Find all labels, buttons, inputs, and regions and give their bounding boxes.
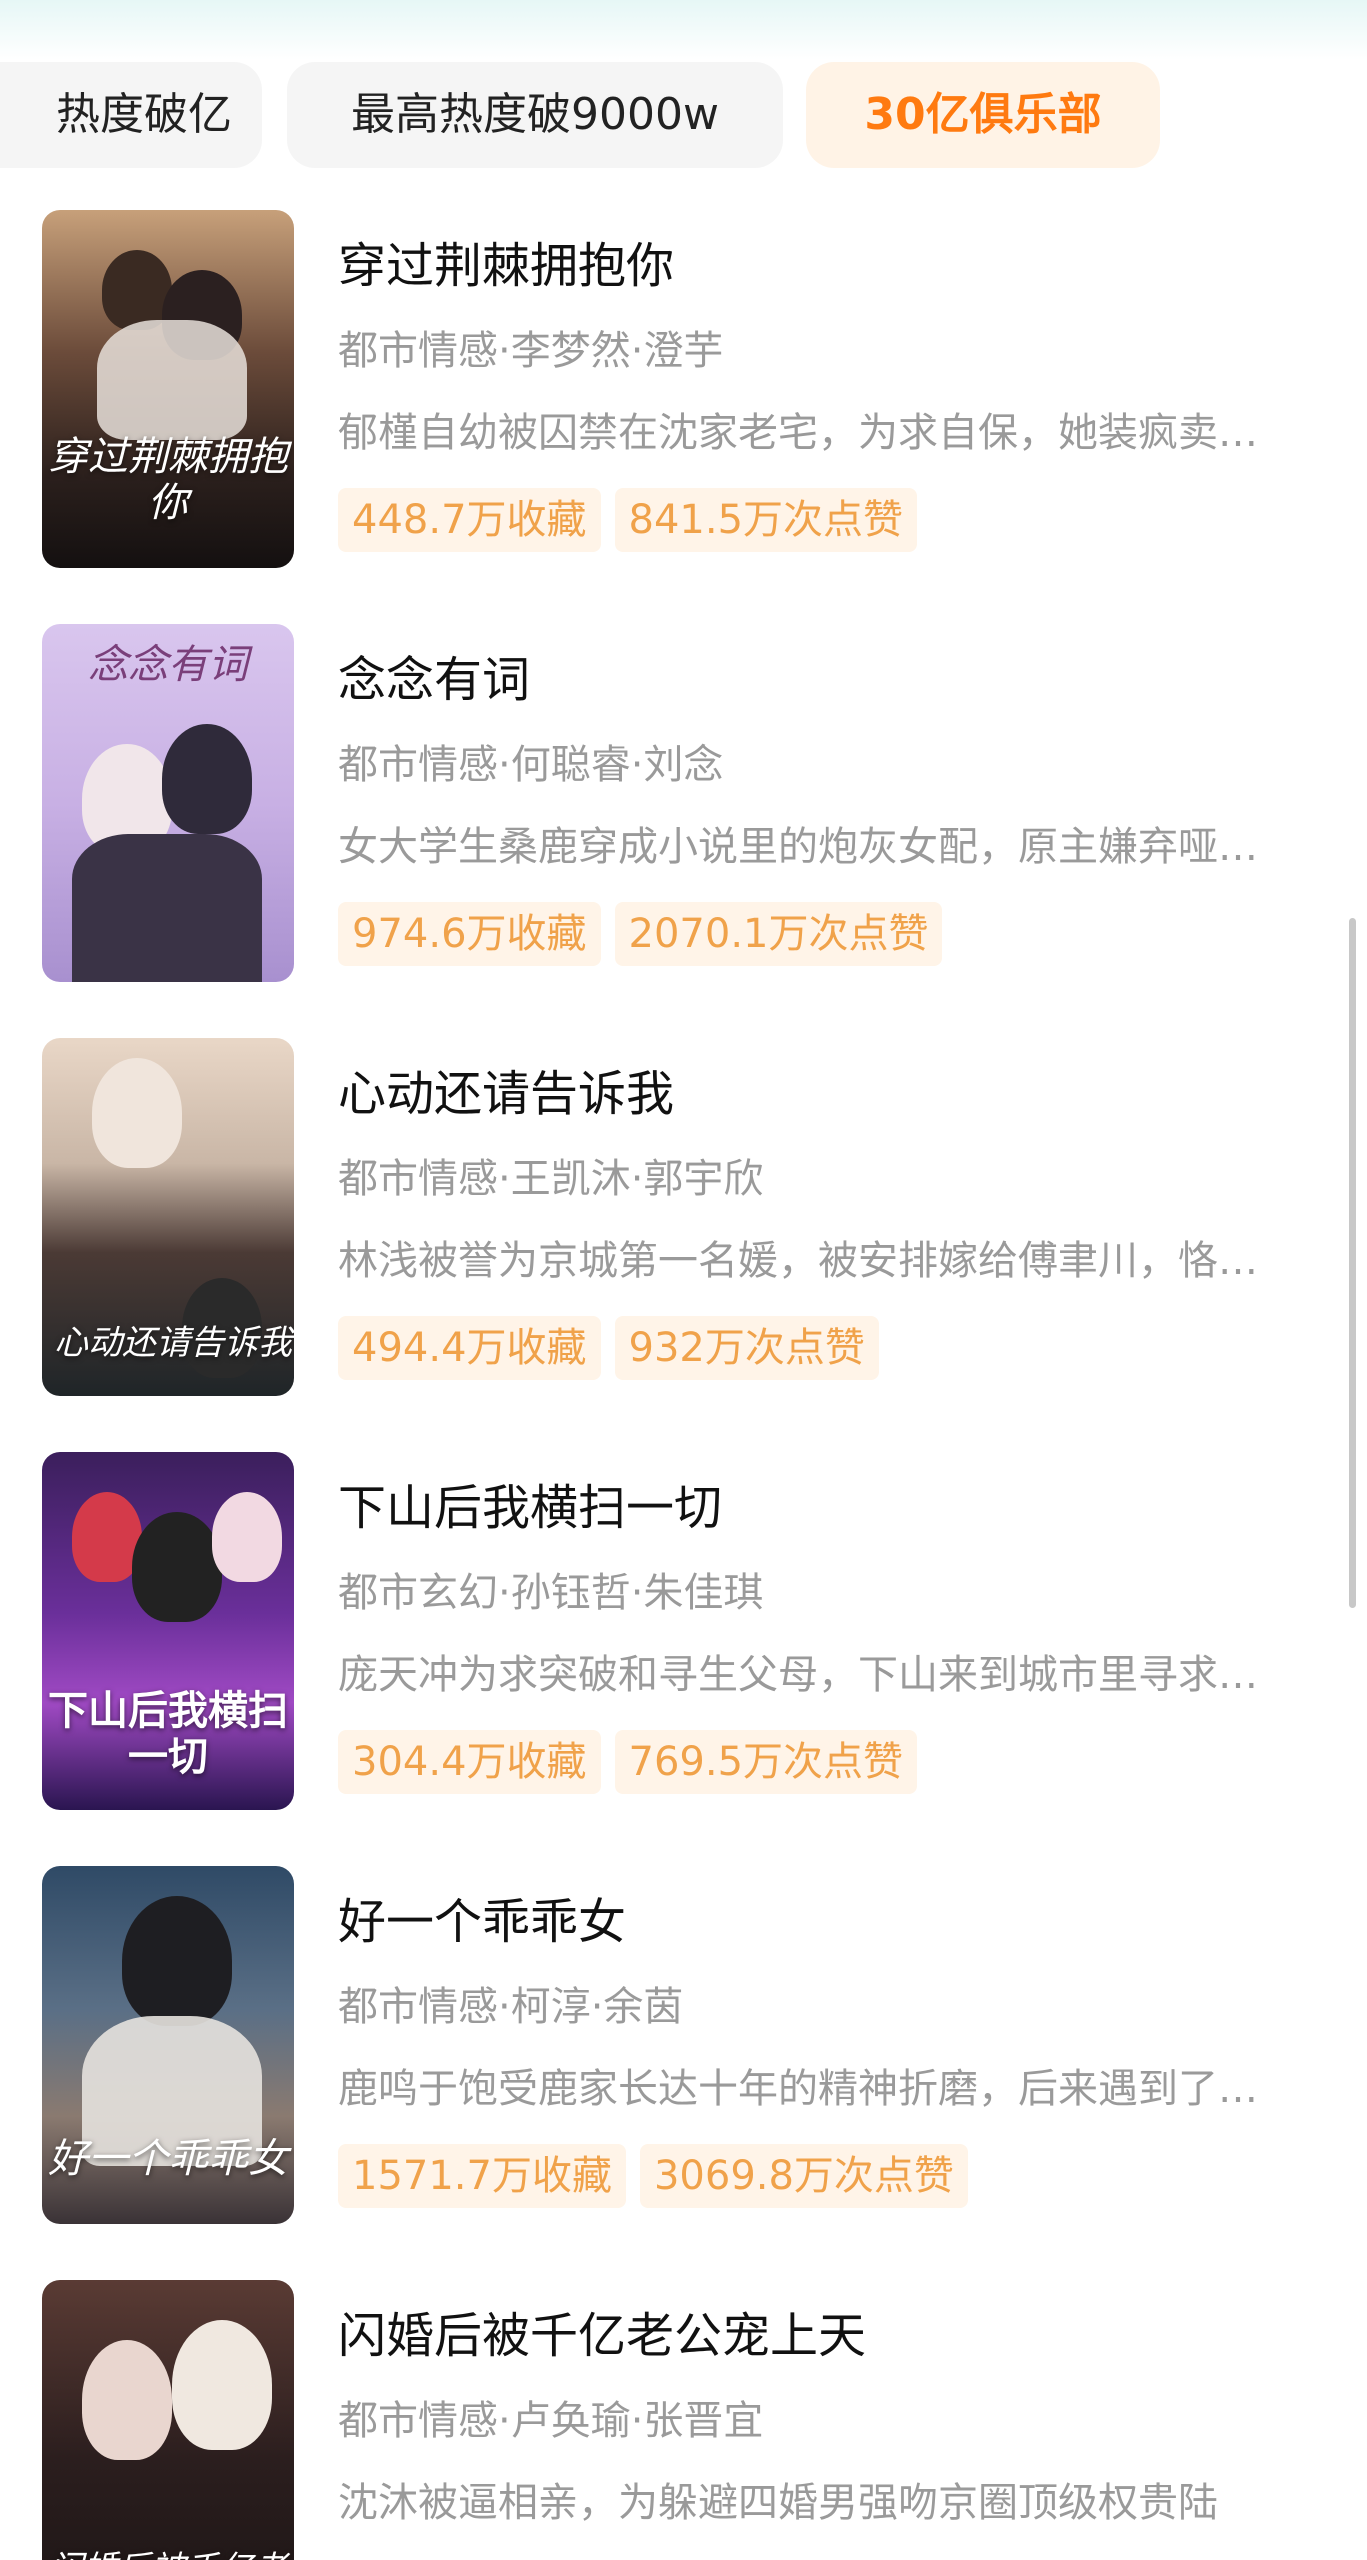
- likes-badge: 3069.8万次点赞: [639, 2144, 968, 2208]
- item-title[interactable]: 念念有词: [338, 650, 530, 710]
- poster-image[interactable]: 穿过荆棘拥抱你: [42, 210, 294, 568]
- poster-image[interactable]: 下山后我横扫一切: [42, 1452, 294, 1810]
- item-description: 林浅被誉为京城第一名媛，被安排嫁给傅聿川，恪…: [338, 1238, 1258, 1284]
- stats: 448.7万收藏 841.5万次点赞: [338, 488, 931, 552]
- favorites-badge: 494.4万收藏: [338, 1316, 601, 1380]
- list-item[interactable]: 念念有词 念念有词 都市情感·何聪睿·刘念 女大学生桑鹿穿成小说里的炮灰女配，原…: [0, 624, 1367, 984]
- poster-caption: 念念有词: [88, 642, 248, 688]
- poster-caption: 闪婚后被千亿老公: [42, 2546, 294, 2560]
- item-meta: 都市情感·何聪睿·刘念: [338, 742, 724, 788]
- header-background: [0, 0, 1367, 60]
- poster-caption: 心动还请告诉我: [54, 1323, 292, 1363]
- item-description: 沈沐被逼相亲，为躲避四婚男强吻京圈顶级权贵陆: [338, 2480, 1218, 2526]
- favorites-badge: 1571.7万收藏: [338, 2144, 626, 2208]
- stats: 974.6万收藏 2070.1万次点赞: [338, 902, 956, 966]
- list-item[interactable]: 穿过荆棘拥抱你 穿过荆棘拥抱你 都市情感·李梦然·澄芋 郁槿自幼被囚禁在沈家老宅…: [0, 210, 1367, 570]
- tab-hot-100m[interactable]: 热度破亿: [0, 62, 262, 168]
- likes-badge: 769.5万次点赞: [614, 1730, 918, 1794]
- item-meta: 都市情感·王凯沐·郭宇欣: [338, 1156, 764, 1202]
- favorites-badge: 304.4万收藏: [338, 1730, 601, 1794]
- stats: 494.4万收藏 932万次点赞: [338, 1316, 893, 1380]
- list-item[interactable]: 闪婚后被千亿老公 闪婚后被千亿老公宠上天 都市情感·卢奂瑜·张晋宜 沈沐被逼相亲…: [0, 2280, 1367, 2560]
- filter-tabs: 热度破亿 最高热度破9000w 30亿俱乐部: [0, 62, 1367, 168]
- list-item[interactable]: 好一个乖乖女 好一个乖乖女 都市情感·柯淳·余茵 鹿鸣于饱受鹿家长达十年的精神折…: [0, 1866, 1367, 2226]
- item-meta: 都市情感·李梦然·澄芋: [338, 328, 724, 374]
- item-description: 庞天冲为求突破和寻生父母，下山来到城市里寻求…: [338, 1652, 1258, 1698]
- poster-caption: 好一个乖乖女: [48, 2136, 288, 2182]
- likes-badge: 932万次点赞: [614, 1316, 879, 1380]
- likes-badge: 841.5万次点赞: [614, 488, 918, 552]
- poster-image[interactable]: 闪婚后被千亿老公: [42, 2280, 294, 2560]
- item-meta: 都市情感·卢奂瑜·张晋宜: [338, 2398, 764, 2444]
- drama-list-page: 热度破亿 最高热度破9000w 30亿俱乐部 穿过荆棘拥抱你 穿过荆棘拥抱你 都…: [0, 0, 1367, 2560]
- likes-badge: 2070.1万次点赞: [614, 902, 943, 966]
- stats: 1571.7万收藏 3069.8万次点赞: [338, 2144, 982, 2208]
- item-title[interactable]: 穿过荆棘拥抱你: [338, 236, 674, 296]
- item-description: 女大学生桑鹿穿成小说里的炮灰女配，原主嫌弃哑…: [338, 824, 1258, 870]
- favorites-badge: 448.7万收藏: [338, 488, 601, 552]
- item-meta: 都市玄幻·孙钰哲·朱佳琪: [338, 1570, 764, 1616]
- list-item[interactable]: 下山后我横扫一切 下山后我横扫一切 都市玄幻·孙钰哲·朱佳琪 庞天冲为求突破和寻…: [0, 1452, 1367, 1812]
- item-description: 郁槿自幼被囚禁在沈家老宅，为求自保，她装疯卖…: [338, 410, 1258, 456]
- tab-3b-club[interactable]: 30亿俱乐部: [806, 62, 1160, 168]
- item-description: 鹿鸣于饱受鹿家长达十年的精神折磨，后来遇到了…: [338, 2066, 1258, 2112]
- item-title[interactable]: 心动还请告诉我: [338, 1064, 674, 1124]
- list-item[interactable]: 心动还请告诉我 心动还请告诉我 都市情感·王凯沐·郭宇欣 林浅被誉为京城第一名媛…: [0, 1038, 1367, 1398]
- poster-image[interactable]: 念念有词: [42, 624, 294, 982]
- item-title[interactable]: 闪婚后被千亿老公宠上天: [338, 2306, 866, 2366]
- poster-caption: 穿过荆棘拥抱你: [48, 434, 288, 526]
- poster-image[interactable]: 心动还请告诉我: [42, 1038, 294, 1396]
- scrollbar[interactable]: [1349, 918, 1356, 1608]
- item-title[interactable]: 好一个乖乖女: [338, 1892, 626, 1952]
- favorites-badge: 974.6万收藏: [338, 902, 601, 966]
- tab-hot-90m[interactable]: 最高热度破9000w: [287, 62, 783, 168]
- poster-caption: 下山后我横扫一切: [48, 1687, 288, 1780]
- item-meta: 都市情感·柯淳·余茵: [338, 1984, 684, 2030]
- item-title[interactable]: 下山后我横扫一切: [338, 1478, 722, 1538]
- stats: 304.4万收藏 769.5万次点赞: [338, 1730, 931, 1794]
- poster-image[interactable]: 好一个乖乖女: [42, 1866, 294, 2224]
